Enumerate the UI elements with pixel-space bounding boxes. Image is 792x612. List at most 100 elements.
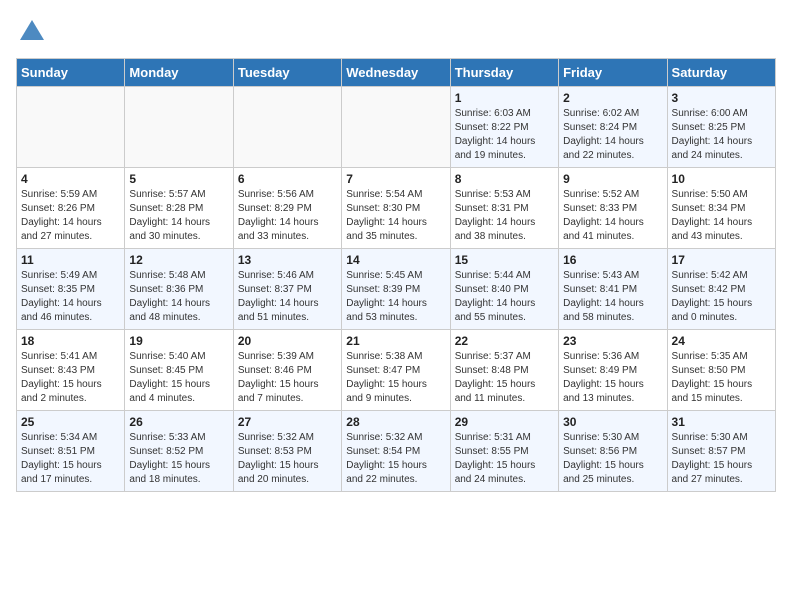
col-thursday: Thursday	[450, 59, 558, 87]
day-cell: 19 Sunrise: 5:40 AM Sunset: 8:45 PM Dayli…	[125, 330, 233, 411]
day-cell: 14Sunrise: 5:45 AM Sunset: 8:39 PM Dayli…	[342, 249, 450, 330]
day-info: Sunrise: 5:36 AM Sunset: 8:49 PM Dayligh…	[563, 350, 662, 406]
day-info: Sunrise: 5:52 AM Sunset: 8:33 PM Dayligh…	[563, 188, 662, 244]
day-cell: 13 Sunrise: 5:46 AM Sunset: 8:37 PM Dayli…	[233, 249, 341, 330]
day-cell	[17, 87, 125, 168]
day-number: 29	[455, 415, 554, 429]
day-info: Sunrise: 5:42 AM Sunset: 8:42 PM Dayligh…	[672, 269, 771, 325]
day-number: 25	[21, 415, 120, 429]
day-cell: 20Sunrise: 5:39 AM Sunset: 8:46 PM Dayli…	[233, 330, 341, 411]
day-info: Sunrise: 5:46 AM Sunset: 8:37 PM Dayligh…	[238, 269, 337, 325]
day-cell: 9 Sunrise: 5:52 AM Sunset: 8:33 PM Daylig…	[559, 168, 667, 249]
day-number: 28	[346, 415, 445, 429]
day-info: Sunrise: 5:49 AM Sunset: 8:35 PM Dayligh…	[21, 269, 120, 325]
col-friday: Friday	[559, 59, 667, 87]
col-saturday: Saturday	[667, 59, 775, 87]
day-number: 11	[21, 253, 120, 267]
day-info: Sunrise: 5:44 AM Sunset: 8:40 PM Dayligh…	[455, 269, 554, 325]
day-info: Sunrise: 5:50 AM Sunset: 8:34 PM Dayligh…	[672, 188, 771, 244]
day-cell: 31 Sunrise: 5:30 AM Sunset: 8:57 PM Dayli…	[667, 411, 775, 492]
day-info: Sunrise: 6:03 AM Sunset: 8:22 PM Dayligh…	[455, 107, 554, 163]
day-info: Sunrise: 5:54 AM Sunset: 8:30 PM Dayligh…	[346, 188, 445, 244]
day-cell: 21Sunrise: 5:38 AM Sunset: 8:47 PM Dayli…	[342, 330, 450, 411]
week-row-2: 11 Sunrise: 5:49 AM Sunset: 8:35 PM Dayli…	[17, 249, 776, 330]
day-number: 7	[346, 172, 445, 186]
day-cell: 12 Sunrise: 5:48 AM Sunset: 8:36 PM Dayli…	[125, 249, 233, 330]
week-row-4: 25 Sunrise: 5:34 AM Sunset: 8:51 PM Dayli…	[17, 411, 776, 492]
day-info: Sunrise: 5:35 AM Sunset: 8:50 PM Dayligh…	[672, 350, 771, 406]
day-number: 3	[672, 91, 771, 105]
day-cell: 4Sunrise: 5:59 AM Sunset: 8:26 PM Daylig…	[17, 168, 125, 249]
calendar-table: Sunday Monday Tuesday Wednesday Thursday…	[16, 58, 776, 492]
col-sunday: Sunday	[17, 59, 125, 87]
day-cell: 3 Sunrise: 6:00 AM Sunset: 8:25 PM Daylig…	[667, 87, 775, 168]
day-cell: 30Sunrise: 5:30 AM Sunset: 8:56 PM Dayli…	[559, 411, 667, 492]
day-cell: 5 Sunrise: 5:57 AM Sunset: 8:28 PM Daylig…	[125, 168, 233, 249]
day-number: 14	[346, 253, 445, 267]
day-cell: 8Sunrise: 5:53 AM Sunset: 8:31 PM Daylig…	[450, 168, 558, 249]
day-info: Sunrise: 5:31 AM Sunset: 8:55 PM Dayligh…	[455, 431, 554, 487]
logo-icon	[16, 16, 48, 48]
day-number: 2	[563, 91, 662, 105]
day-number: 10	[672, 172, 771, 186]
day-number: 12	[129, 253, 228, 267]
day-cell: 18 Sunrise: 5:41 AM Sunset: 8:43 PM Dayli…	[17, 330, 125, 411]
day-cell: 7 Sunrise: 5:54 AM Sunset: 8:30 PM Daylig…	[342, 168, 450, 249]
day-info: Sunrise: 5:32 AM Sunset: 8:53 PM Dayligh…	[238, 431, 337, 487]
day-number: 9	[563, 172, 662, 186]
day-info: Sunrise: 5:33 AM Sunset: 8:52 PM Dayligh…	[129, 431, 228, 487]
day-cell	[233, 87, 341, 168]
day-number: 18	[21, 334, 120, 348]
day-cell	[125, 87, 233, 168]
day-info: Sunrise: 5:30 AM Sunset: 8:57 PM Dayligh…	[672, 431, 771, 487]
day-cell: 11 Sunrise: 5:49 AM Sunset: 8:35 PM Dayli…	[17, 249, 125, 330]
day-cell: 23 Sunrise: 5:36 AM Sunset: 8:49 PM Dayli…	[559, 330, 667, 411]
day-cell	[342, 87, 450, 168]
day-number: 17	[672, 253, 771, 267]
col-wednesday: Wednesday	[342, 59, 450, 87]
day-info: Sunrise: 5:34 AM Sunset: 8:51 PM Dayligh…	[21, 431, 120, 487]
day-number: 8	[455, 172, 554, 186]
day-info: Sunrise: 5:37 AM Sunset: 8:48 PM Dayligh…	[455, 350, 554, 406]
day-cell: 1Sunrise: 6:03 AM Sunset: 8:22 PM Daylig…	[450, 87, 558, 168]
day-number: 22	[455, 334, 554, 348]
day-info: Sunrise: 5:43 AM Sunset: 8:41 PM Dayligh…	[563, 269, 662, 325]
day-cell: 28 Sunrise: 5:32 AM Sunset: 8:54 PM Dayli…	[342, 411, 450, 492]
day-cell: 2Sunrise: 6:02 AM Sunset: 8:24 PM Daylig…	[559, 87, 667, 168]
day-cell: 15 Sunrise: 5:44 AM Sunset: 8:40 PM Dayli…	[450, 249, 558, 330]
day-cell: 26Sunrise: 5:33 AM Sunset: 8:52 PM Dayli…	[125, 411, 233, 492]
day-cell: 10 Sunrise: 5:50 AM Sunset: 8:34 PM Dayli…	[667, 168, 775, 249]
week-row-1: 4Sunrise: 5:59 AM Sunset: 8:26 PM Daylig…	[17, 168, 776, 249]
day-info: Sunrise: 5:41 AM Sunset: 8:43 PM Dayligh…	[21, 350, 120, 406]
day-cell: 29 Sunrise: 5:31 AM Sunset: 8:55 PM Dayli…	[450, 411, 558, 492]
day-cell: 16 Sunrise: 5:43 AM Sunset: 8:41 PM Dayli…	[559, 249, 667, 330]
calendar-body: 1Sunrise: 6:03 AM Sunset: 8:22 PM Daylig…	[17, 87, 776, 492]
day-number: 15	[455, 253, 554, 267]
day-info: Sunrise: 5:38 AM Sunset: 8:47 PM Dayligh…	[346, 350, 445, 406]
day-number: 5	[129, 172, 228, 186]
day-info: Sunrise: 5:40 AM Sunset: 8:45 PM Dayligh…	[129, 350, 228, 406]
header-row: Sunday Monday Tuesday Wednesday Thursday…	[17, 59, 776, 87]
day-info: Sunrise: 6:00 AM Sunset: 8:25 PM Dayligh…	[672, 107, 771, 163]
logo	[16, 16, 52, 48]
day-number: 23	[563, 334, 662, 348]
day-cell: 24 Sunrise: 5:35 AM Sunset: 8:50 PM Dayli…	[667, 330, 775, 411]
day-number: 6	[238, 172, 337, 186]
day-cell: 17 Sunrise: 5:42 AM Sunset: 8:42 PM Dayli…	[667, 249, 775, 330]
day-number: 13	[238, 253, 337, 267]
day-cell: 27Sunrise: 5:32 AM Sunset: 8:53 PM Dayli…	[233, 411, 341, 492]
day-cell: 6 Sunrise: 5:56 AM Sunset: 8:29 PM Daylig…	[233, 168, 341, 249]
day-number: 19	[129, 334, 228, 348]
day-info: Sunrise: 5:59 AM Sunset: 8:26 PM Dayligh…	[21, 188, 120, 244]
day-number: 31	[672, 415, 771, 429]
day-number: 24	[672, 334, 771, 348]
day-info: Sunrise: 5:48 AM Sunset: 8:36 PM Dayligh…	[129, 269, 228, 325]
header	[16, 16, 776, 48]
day-info: Sunrise: 5:32 AM Sunset: 8:54 PM Dayligh…	[346, 431, 445, 487]
day-info: Sunrise: 5:56 AM Sunset: 8:29 PM Dayligh…	[238, 188, 337, 244]
day-info: Sunrise: 5:57 AM Sunset: 8:28 PM Dayligh…	[129, 188, 228, 244]
week-row-3: 18 Sunrise: 5:41 AM Sunset: 8:43 PM Dayli…	[17, 330, 776, 411]
day-number: 20	[238, 334, 337, 348]
col-monday: Monday	[125, 59, 233, 87]
day-number: 16	[563, 253, 662, 267]
